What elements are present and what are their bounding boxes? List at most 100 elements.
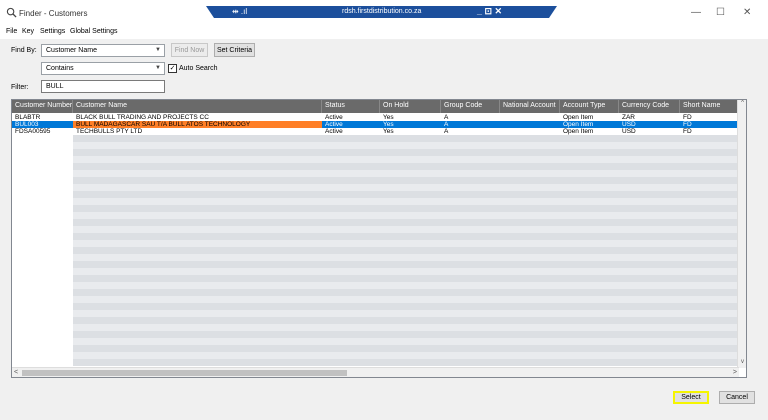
menu-key[interactable]: Key bbox=[22, 28, 34, 35]
cell-currency-code[interactable]: ZAR bbox=[619, 114, 680, 121]
empty-cell bbox=[12, 219, 73, 226]
empty-row bbox=[12, 247, 746, 254]
column-header-currency-code[interactable]: Currency Code bbox=[619, 100, 680, 113]
cell-account-type[interactable]: Open Item bbox=[560, 128, 619, 135]
empty-cell bbox=[73, 198, 739, 205]
minimize-button[interactable]: — bbox=[691, 7, 701, 18]
cell-national-account[interactable] bbox=[500, 128, 560, 135]
empty-cell bbox=[73, 135, 739, 142]
auto-search-checkbox[interactable]: ✓ bbox=[168, 64, 177, 73]
horizontal-scrollbar[interactable]: < > bbox=[12, 367, 739, 377]
table-row[interactable]: BLABTR BLACK BULL TRADING AND PROJECTS CC… bbox=[12, 114, 746, 121]
empty-cell bbox=[12, 212, 73, 219]
customers-grid[interactable]: Customer Number Customer Name Status On … bbox=[11, 99, 747, 378]
cell-status[interactable]: Active bbox=[322, 114, 380, 121]
column-header-group-code[interactable]: Group Code bbox=[441, 100, 500, 113]
table-row[interactable]: FDSA00595 TECHBULLS PTY LTD Active Yes A Open… bbox=[12, 128, 746, 135]
cell-status[interactable]: Active bbox=[322, 121, 380, 128]
column-header-on-hold[interactable]: On Hold bbox=[380, 100, 441, 113]
menu-settings[interactable]: Settings bbox=[40, 28, 65, 35]
empty-row bbox=[12, 149, 746, 156]
empty-row bbox=[12, 324, 746, 331]
table-row[interactable]: BUL003 BULL MADAGASCAR SAU T/A BULL ATOS … bbox=[12, 121, 746, 128]
set-criteria-button[interactable]: Set Criteria bbox=[214, 43, 255, 57]
empty-cell bbox=[12, 177, 73, 184]
cell-short-name[interactable]: FD bbox=[680, 128, 738, 135]
empty-cell bbox=[73, 331, 739, 338]
select-button[interactable]: Select bbox=[673, 391, 709, 404]
empty-row bbox=[12, 331, 746, 338]
horizontal-scroll-thumb[interactable] bbox=[22, 370, 347, 376]
empty-cell bbox=[73, 163, 739, 170]
cell-account-type[interactable]: Open Item bbox=[560, 121, 619, 128]
cell-customer-number[interactable]: BLABTR bbox=[12, 114, 73, 121]
cell-group-code[interactable]: A bbox=[441, 121, 500, 128]
empty-cell bbox=[12, 247, 73, 254]
column-header-account-type[interactable]: Account Type bbox=[560, 100, 619, 113]
cell-group-code[interactable]: A bbox=[441, 128, 500, 135]
empty-cell bbox=[73, 170, 739, 177]
column-header-status[interactable]: Status bbox=[322, 100, 380, 113]
filter-label: Filter: bbox=[11, 84, 29, 91]
connection-signal-icon[interactable]: ⇹ .ıl bbox=[232, 7, 247, 16]
cell-group-code[interactable]: A bbox=[441, 114, 500, 121]
cell-short-name[interactable]: FD bbox=[680, 114, 738, 121]
cell-customer-number[interactable]: BUL003 bbox=[12, 121, 73, 128]
cell-on-hold[interactable]: Yes bbox=[380, 121, 441, 128]
cell-status[interactable]: Active bbox=[322, 128, 380, 135]
find-now-button[interactable]: Find Now bbox=[171, 43, 208, 57]
empty-cell bbox=[12, 296, 73, 303]
maximize-button[interactable]: ☐ bbox=[716, 7, 725, 18]
empty-cell bbox=[12, 261, 73, 268]
empty-cell bbox=[12, 170, 73, 177]
empty-row bbox=[12, 352, 746, 359]
empty-cell bbox=[12, 282, 73, 289]
cell-customer-name[interactable]: TECHBULLS PTY LTD bbox=[73, 128, 322, 135]
vertical-scrollbar[interactable]: ^ v bbox=[737, 100, 746, 368]
empty-row bbox=[12, 310, 746, 317]
column-header-short-name[interactable]: Short Name bbox=[680, 100, 738, 113]
empty-row bbox=[12, 170, 746, 177]
empty-cell bbox=[12, 352, 73, 359]
cell-on-hold[interactable]: Yes bbox=[380, 114, 441, 121]
cell-customer-name[interactable]: BULL MADAGASCAR SAU T/A BULL ATOS TECHNO… bbox=[73, 121, 322, 128]
cell-national-account[interactable] bbox=[500, 121, 560, 128]
empty-cell bbox=[73, 247, 739, 254]
empty-cell bbox=[73, 296, 739, 303]
cell-customer-number[interactable]: FDSA00595 bbox=[12, 128, 73, 135]
cell-account-type[interactable]: Open Item bbox=[560, 114, 619, 121]
cell-national-account[interactable] bbox=[500, 114, 560, 121]
search-icon bbox=[6, 7, 17, 18]
cell-short-name[interactable]: FD bbox=[680, 121, 738, 128]
operator-value: Contains bbox=[46, 65, 74, 72]
empty-row bbox=[12, 289, 746, 296]
operator-select[interactable]: Contains ▼ bbox=[41, 62, 165, 75]
remote-window-controls[interactable]: _ ⊡ ✕ bbox=[477, 6, 502, 17]
empty-cell bbox=[12, 331, 73, 338]
empty-cell bbox=[73, 310, 739, 317]
cell-on-hold[interactable]: Yes bbox=[380, 128, 441, 135]
scroll-down-icon[interactable]: v bbox=[738, 359, 746, 368]
empty-cell bbox=[12, 289, 73, 296]
cancel-button[interactable]: Cancel bbox=[719, 391, 755, 404]
cell-currency-code[interactable]: USD bbox=[619, 128, 680, 135]
scroll-right-icon[interactable]: > bbox=[733, 369, 737, 376]
column-header-customer-number[interactable]: Customer Number bbox=[12, 100, 73, 113]
empty-cell bbox=[73, 156, 739, 163]
chevron-down-icon: ▼ bbox=[155, 47, 161, 53]
scroll-up-icon[interactable]: ^ bbox=[738, 100, 746, 109]
close-button[interactable]: ✕ bbox=[743, 7, 751, 18]
empty-cell bbox=[12, 275, 73, 282]
scroll-left-icon[interactable]: < bbox=[14, 369, 18, 376]
cell-currency-code[interactable]: USD bbox=[619, 121, 680, 128]
cell-customer-name[interactable]: BLACK BULL TRADING AND PROJECTS CC bbox=[73, 114, 322, 121]
menu-global-settings[interactable]: Global Settings bbox=[70, 28, 117, 35]
column-header-national-account[interactable]: National Account bbox=[500, 100, 560, 113]
find-by-select[interactable]: Customer Name ▼ bbox=[41, 44, 165, 57]
column-header-customer-name[interactable]: Customer Name bbox=[73, 100, 322, 113]
filter-input[interactable]: BULL bbox=[41, 80, 165, 93]
empty-row bbox=[12, 282, 746, 289]
empty-cell bbox=[73, 254, 739, 261]
menu-file[interactable]: File bbox=[6, 28, 17, 35]
empty-row bbox=[12, 303, 746, 310]
